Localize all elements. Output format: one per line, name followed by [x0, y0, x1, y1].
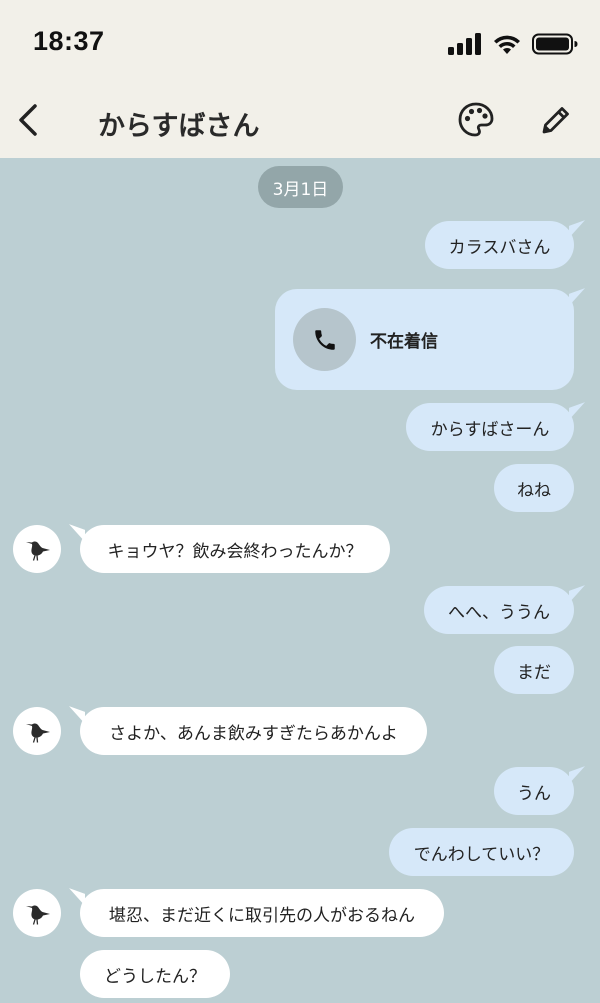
incoming-message-bubble[interactable]: 堪忍、まだ近くに取引先の人がおるねん [80, 889, 444, 937]
message-text: へへ、ううん [448, 602, 550, 623]
edit-button[interactable] [536, 100, 576, 140]
phone-icon [314, 329, 335, 350]
outgoing-message-bubble[interactable]: でんわしていい？ [389, 828, 574, 876]
crow-icon [26, 541, 50, 561]
palette-icon [458, 102, 494, 137]
chevron-left-icon [19, 104, 37, 136]
cellular-signal-icon [448, 33, 481, 55]
pencil-icon [542, 107, 569, 134]
message-text: キョウヤ？飲み会終わったんか？ [107, 541, 363, 562]
message-text: でんわしていい？ [413, 844, 550, 865]
outgoing-message-bubble[interactable]: からすばさーん [406, 403, 574, 451]
chat-header: からすばさん [0, 82, 600, 158]
missed-call-label: 不在着信 [370, 332, 438, 352]
message-text: うん [517, 783, 551, 804]
contact-avatar[interactable] [13, 525, 61, 573]
incoming-message-bubble[interactable]: さよか、あんま飲みすぎたらあかんよ [80, 707, 427, 755]
status-bar: 18:37 [0, 0, 600, 82]
status-icons [448, 32, 578, 56]
wifi-icon [494, 35, 520, 54]
message-text: 堪忍、まだ近くに取引先の人がおるねん [109, 905, 415, 926]
outgoing-message-bubble[interactable]: まだ [494, 646, 574, 694]
status-time: 18:37 [33, 26, 105, 56]
battery-icon [532, 33, 578, 55]
message-text: ねね [517, 480, 551, 501]
incoming-message-bubble[interactable]: どうしたん？ [80, 950, 230, 998]
chat-title: からすばさん [98, 111, 260, 142]
date-separator: 3月1日 [258, 166, 343, 208]
outgoing-message-bubble[interactable]: ねね [494, 464, 574, 512]
crow-icon [26, 905, 50, 925]
contact-avatar[interactable] [13, 889, 61, 937]
contact-avatar[interactable] [13, 707, 61, 755]
missed-call-bubble[interactable]: 不在着信 [275, 289, 574, 390]
incoming-message-bubble[interactable]: キョウヤ？飲み会終わったんか？ [80, 525, 390, 573]
message-text: まだ [517, 662, 551, 683]
message-text: からすばさーん [430, 419, 550, 440]
theme-button[interactable] [456, 100, 496, 140]
message-text: どうしたん？ [104, 966, 206, 987]
outgoing-message-bubble[interactable]: カラスバさん [425, 221, 574, 269]
message-text: さよか、あんま飲みすぎたらあかんよ [109, 723, 398, 744]
outgoing-message-bubble[interactable]: へへ、ううん [424, 586, 574, 634]
back-button[interactable] [8, 98, 48, 142]
message-text: カラスバさん [448, 237, 551, 258]
message-list[interactable]: 3月1日 カラスバさん 不在着信 からすばさーん ねね キョウヤ？飲み会終わった… [0, 158, 600, 1003]
outgoing-message-bubble[interactable]: うん [494, 767, 574, 815]
phone-icon-circle [293, 308, 356, 371]
crow-icon [26, 723, 50, 743]
